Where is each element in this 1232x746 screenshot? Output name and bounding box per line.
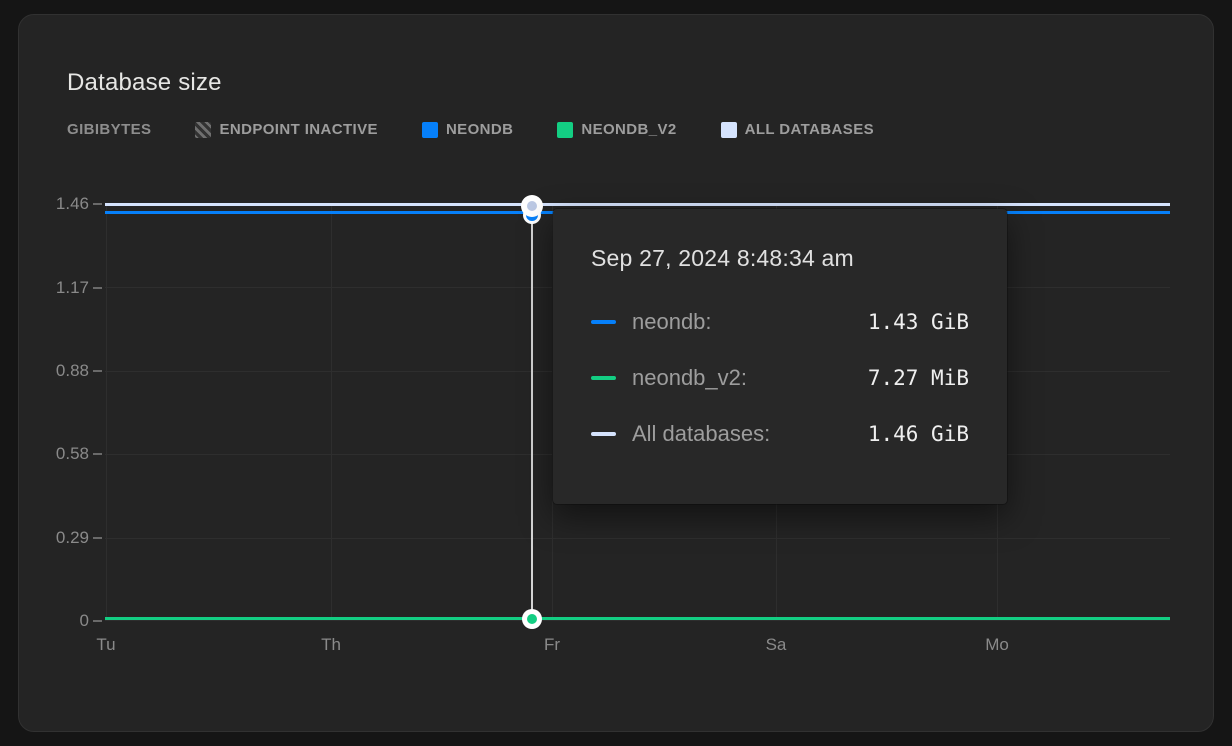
y-tick-mark <box>93 287 102 289</box>
y-tick-label: 1.17 <box>29 278 89 298</box>
legend-item-label: NEONDB <box>446 121 513 138</box>
y-tick-mark <box>93 620 102 622</box>
gridline <box>105 538 1170 539</box>
legend-item-label: ENDPOINT INACTIVE <box>219 121 377 138</box>
x-tick-label: Sa <box>746 635 806 655</box>
crosshair-line <box>531 207 533 619</box>
legend-item-label: ALL DATABASES <box>745 121 874 138</box>
y-tick-label: 0 <box>29 611 89 631</box>
chart-legend: GIBIBYTES ENDPOINT INACTIVE NEONDB NEOND… <box>67 121 874 138</box>
legend-item-label: NEONDB_V2 <box>581 121 676 138</box>
y-tick-mark <box>93 370 102 372</box>
lavender-swatch-icon <box>721 122 737 138</box>
y-tick-label: 0.29 <box>29 528 89 548</box>
tooltip-series-value: 1.43 GiB <box>868 310 969 334</box>
chart-tooltip: Sep 27, 2024 8:48:34 am neondb: 1.43 GiB… <box>553 209 1007 504</box>
tooltip-timestamp: Sep 27, 2024 8:48:34 am <box>591 245 969 272</box>
x-tick-label: Th <box>301 635 361 655</box>
point-marker-neondb-v2 <box>527 614 537 624</box>
tooltip-series-label: neondb: <box>632 309 712 335</box>
series-line-neondb-v2 <box>105 617 1170 620</box>
tooltip-series-value: 7.27 MiB <box>868 366 969 390</box>
x-tick-label: Mo <box>967 635 1027 655</box>
gridline <box>331 204 332 621</box>
x-tick-label: Fr <box>522 635 582 655</box>
y-tick-label: 1.46 <box>29 194 89 214</box>
tooltip-series-label: All databases: <box>632 421 770 447</box>
tooltip-row-neondb: neondb: 1.43 GiB <box>591 306 969 338</box>
blue-line-icon <box>591 320 616 324</box>
series-line-all-databases <box>105 203 1170 206</box>
green-swatch-icon <box>557 122 573 138</box>
gridline <box>105 620 1170 621</box>
legend-item-neondb-v2[interactable]: NEONDB_V2 <box>557 121 676 138</box>
tooltip-row-all-databases: All databases: 1.46 GiB <box>591 418 969 450</box>
tooltip-series-label: neondb_v2: <box>632 365 747 391</box>
tooltip-series-value: 1.46 GiB <box>868 422 969 446</box>
point-marker-all-databases <box>527 201 537 211</box>
blue-swatch-icon <box>422 122 438 138</box>
lavender-line-icon <box>591 432 616 436</box>
y-axis-unit-label: GIBIBYTES <box>67 121 151 138</box>
y-tick-label: 0.88 <box>29 361 89 381</box>
y-tick-mark <box>93 203 102 205</box>
database-size-chart-card: Database size GIBIBYTES ENDPOINT INACTIV… <box>18 14 1214 732</box>
gridline <box>106 204 107 621</box>
y-tick-mark <box>93 453 102 455</box>
legend-item-neondb[interactable]: NEONDB <box>422 121 513 138</box>
legend-item-endpoint-inactive[interactable]: ENDPOINT INACTIVE <box>195 121 377 138</box>
hatched-swatch-icon <box>195 122 211 138</box>
tooltip-row-neondb-v2: neondb_v2: 7.27 MiB <box>591 362 969 394</box>
x-tick-label: Tu <box>76 635 136 655</box>
y-tick-label: 0.58 <box>29 444 89 464</box>
y-tick-mark <box>93 537 102 539</box>
page-title: Database size <box>67 69 222 97</box>
green-line-icon <box>591 376 616 380</box>
legend-item-all-databases[interactable]: ALL DATABASES <box>721 121 874 138</box>
